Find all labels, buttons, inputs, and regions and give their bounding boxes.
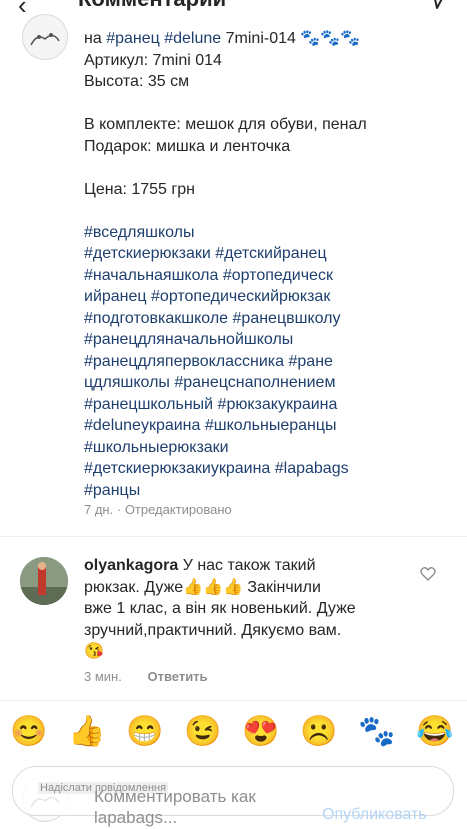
caption-blank	[84, 200, 454, 222]
post-meta: 7 дн. · Отредактировано	[84, 502, 232, 517]
commenter-avatar[interactable]	[20, 557, 68, 605]
hashtag-link[interactable]: #ранец	[106, 30, 160, 47]
emoji-smile-button[interactable]: 😊	[10, 715, 47, 749]
comment-text: рюкзак. Дуже👍👍👍 Закінчили	[84, 578, 321, 596]
emoji-wink-button[interactable]: 😉	[184, 715, 221, 749]
divider	[0, 536, 467, 537]
emoji-paws-button[interactable]: 🐾	[358, 715, 395, 749]
lapabags-avatar[interactable]	[22, 14, 68, 60]
edited-label: Отредактировано	[124, 502, 232, 517]
caption-text: на	[84, 30, 107, 47]
caption-text: 7mini-014 🐾🐾🐾	[221, 30, 361, 47]
comment-text: зручний,практичний. Дякуємо вам.	[84, 621, 342, 639]
post-caption: на #ранец #delune 7mini-014 🐾🐾🐾 Артикул:…	[84, 28, 454, 501]
hashtag-line[interactable]: #начальнаяшкола #ортопедическ	[84, 265, 454, 287]
caption-line: на #ранец #delune 7mini-014 🐾🐾🐾	[84, 28, 454, 50]
page-title: Комментарии	[78, 0, 226, 12]
post-time: 7 дн.	[84, 502, 114, 517]
hashtag-line[interactable]: #ранцы	[84, 480, 454, 502]
hashtag-line[interactable]: #ранецдляпервоклассника #ране	[84, 351, 454, 373]
hashtag-link[interactable]: #delune	[164, 30, 221, 47]
top-bar: ‹ Комментарии	[0, 0, 467, 20]
caption-line: Цена: 1755 грн	[84, 180, 195, 198]
commenter-photo	[20, 557, 68, 605]
hashtag-line[interactable]: #deluneукраина #школьныеранцы	[84, 415, 454, 437]
hashtag-line[interactable]: ийранец #ортопедическийрюкзак	[84, 286, 454, 308]
hashtag-line[interactable]: #подготовкакшколе #ранецвшколу	[84, 308, 454, 330]
hashtag-line[interactable]: #детскиерюкзаки #детскийранец	[84, 243, 454, 265]
emoji-thumbs-up-button[interactable]: 👍	[68, 715, 105, 749]
caption-line: Артикул: 7mini 014	[84, 51, 222, 69]
caption-line: Высота: 35 см	[84, 73, 190, 90]
emoji-grin-button[interactable]: 😁	[126, 715, 163, 749]
emoji-tears-of-joy-button[interactable]: 😂	[416, 715, 453, 749]
hashtag-line[interactable]: #ранецшкольный #рюкзакукраина	[84, 394, 454, 416]
comment-text: У нас також такий	[178, 557, 316, 574]
hashtag-line[interactable]: #детскиерюкзакиукраина #lapabags	[84, 458, 454, 480]
heart-outline-icon[interactable]	[420, 566, 436, 586]
caption-line: Подарок: мишка и ленточка	[84, 137, 291, 155]
emoji-quick-bar: 😊 👍 😁 😉 😍 ☹️ 🐾 😂	[0, 700, 467, 765]
comment-placeholder: Комментировать как lapabags...	[94, 787, 256, 827]
caption-blank	[84, 93, 454, 115]
caption-line: В комплекте: мешок для обуви, пенал	[84, 116, 367, 133]
publish-button[interactable]: Опубликовать	[322, 806, 427, 824]
hashtag-line[interactable]: #вседляшколы	[84, 222, 454, 244]
hashtag-line[interactable]: цдляшколы #ранецснаполнением	[84, 372, 454, 394]
meta-separator: ·	[116, 502, 122, 517]
reply-button[interactable]: Ответить	[147, 669, 207, 684]
back-arrow-icon[interactable]: ‹	[18, 0, 27, 21]
emoji-heart-eyes-button[interactable]: 😍	[242, 715, 279, 749]
comment-text: 😘	[84, 643, 104, 660]
hashtag-line[interactable]: #школьныерюкзаки	[84, 437, 454, 459]
caption-blank	[84, 157, 454, 179]
comment-text: вже 1 клас, а він як новенький. Дуже	[84, 600, 356, 617]
emoji-frown-button[interactable]: ☹️	[300, 715, 337, 749]
send-icon[interactable]	[426, 0, 448, 16]
hashtag-line[interactable]: #ранецдляначальнойшколы	[84, 329, 454, 351]
comment-meta: 3 мин. Ответить	[84, 669, 208, 684]
comment-username[interactable]: olyankagora	[84, 557, 178, 574]
comment-body: olyankagora У нас також такий рюкзак. Ду…	[84, 555, 414, 663]
comment-time: 3 мин.	[84, 669, 122, 684]
lapabags-logo	[30, 33, 60, 46]
